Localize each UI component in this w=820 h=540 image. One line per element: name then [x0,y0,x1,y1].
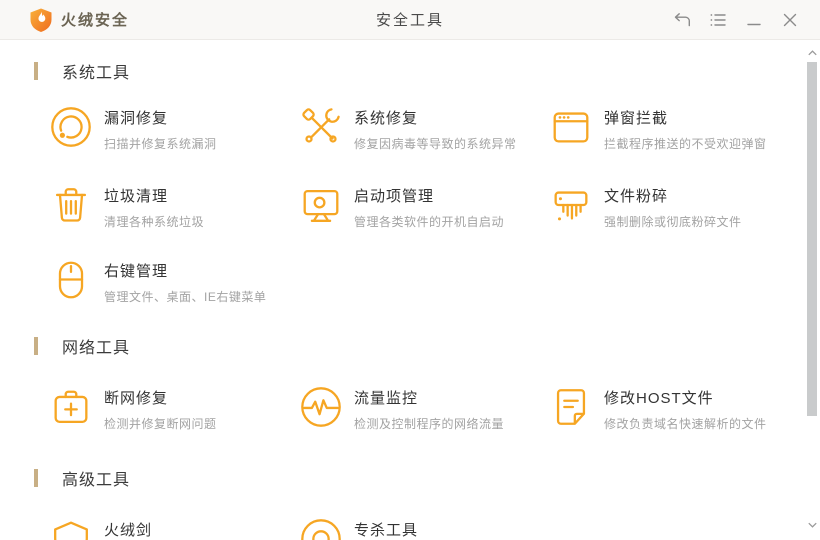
scroll-down-icon[interactable] [807,520,817,530]
tool-item-special-kill[interactable]: 专杀工具 [298,516,548,540]
tool-item-junk-clean[interactable]: 垃圾清理 清理各种系统垃圾 [48,182,298,230]
scroll-up-icon[interactable] [807,48,817,58]
junk-clean-icon [55,188,87,222]
tool-name: 系统修复 [354,110,419,127]
section-bar [34,337,38,355]
tool-name: 垃圾清理 [104,188,169,205]
network-repair-icon [54,390,88,424]
tool-name: 断网修复 [104,390,169,407]
tool-name: 漏洞修复 [104,110,169,127]
host-file-icon [556,389,586,425]
tool-item-traffic-monitor[interactable]: 流量监控 检测及控制程序的网络流量 [298,384,548,432]
tool-item-huorong-sword[interactable]: 火绒剑 [48,516,298,540]
tool-item-popup-block[interactable]: 弹窗拦截 拦截程序推送的不受欢迎弹窗 [548,104,798,152]
tool-desc: 扫描并修复系统漏洞 [104,137,217,151]
tool-item-vulnerability-fix[interactable]: 漏洞修复 扫描并修复系统漏洞 [48,104,298,152]
tool-desc: 检测并修复断网问题 [104,417,217,431]
section-title: 网络工具 [62,340,131,357]
scrollbar-thumb[interactable] [807,62,817,416]
menu-list-icon[interactable] [704,6,732,34]
tool-desc: 检测及控制程序的网络流量 [354,417,505,431]
tool-desc: 强制删除或彻底粉碎文件 [604,215,742,229]
huorong-logo-icon [30,8,52,32]
vulnerability-fix-icon [51,107,91,147]
titlebar: 火绒安全 安全工具 [0,0,820,40]
traffic-monitor-icon [301,387,341,427]
section-bar [34,62,38,80]
tool-name: 修改HOST文件 [604,390,714,407]
tool-name: 专杀工具 [354,522,419,539]
special-kill-icon [301,519,341,540]
app-brand: 火绒安全 [28,7,129,33]
section-header-system-tools: 系统工具 [34,61,131,82]
tool-name: 启动项管理 [354,188,435,205]
section-bar [34,469,38,487]
security-tools-window: 火绒安全 安全工具 系统工具 漏洞修复 扫描并修复系统漏洞 系统修复 修复因病毒… [0,0,820,540]
minimize-icon[interactable] [740,6,768,34]
context-menu-icon [58,261,84,299]
back-icon[interactable] [668,6,696,34]
tool-desc: 管理各类软件的开机自启动 [354,215,505,229]
tool-name: 文件粉碎 [604,188,669,205]
tool-name: 流量监控 [354,390,419,407]
tool-item-host-file[interactable]: 修改HOST文件 修改负责域名快速解析的文件 [548,384,798,432]
tool-item-context-menu[interactable]: 右键管理 管理文件、桌面、IE右键菜单 [48,257,298,305]
tool-name: 弹窗拦截 [604,110,669,127]
tool-item-file-shredder[interactable]: 文件粉碎 强制删除或彻底粉碎文件 [548,182,798,230]
startup-manager-icon [303,189,339,222]
tool-desc: 拦截程序推送的不受欢迎弹窗 [604,137,767,151]
scrollbar[interactable] [804,41,820,540]
sword-shield-icon [54,521,88,540]
file-shredder-icon [554,191,588,221]
tool-item-system-repair[interactable]: 系统修复 修复因病毒等导致的系统异常 [298,104,548,152]
section-title: 高级工具 [62,472,131,489]
app-name: 火绒安全 [61,12,130,29]
tool-item-network-repair[interactable]: 断网修复 检测并修复断网问题 [48,384,298,432]
tool-desc: 清理各种系统垃圾 [104,215,205,229]
tool-desc: 管理文件、桌面、IE右键菜单 [104,290,267,304]
section-header-network-tools: 网络工具 [34,336,131,357]
section-title: 系统工具 [62,65,131,82]
tool-name: 火绒剑 [104,522,153,539]
tool-desc: 修改负责域名快速解析的文件 [604,417,767,431]
popup-block-icon [553,112,589,143]
system-repair-icon [302,108,340,143]
tool-name: 右键管理 [104,263,169,280]
titlebar-actions [668,0,804,40]
close-icon[interactable] [776,6,804,34]
tool-desc: 修复因病毒等导致的系统异常 [354,137,517,151]
tool-item-startup-manager[interactable]: 启动项管理 管理各类软件的开机自启动 [298,182,548,230]
section-header-advanced-tools: 高级工具 [34,468,131,489]
